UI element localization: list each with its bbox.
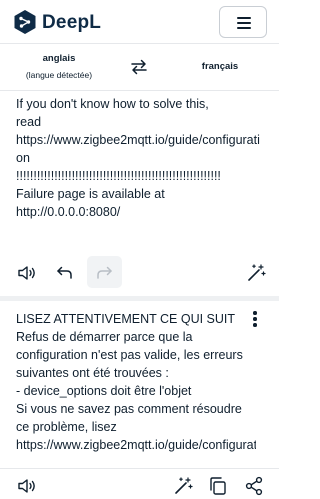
source-text-area[interactable]: If you don't know how to solve this, rea… [16, 95, 266, 221]
share-icon[interactable] [243, 475, 265, 497]
hamburger-icon [237, 17, 251, 19]
brand-name: DeepL [42, 12, 102, 33]
swap-arrows-icon[interactable] [129, 57, 149, 77]
source-language-selector[interactable]: anglais (langue détectée) [0, 53, 118, 80]
target-language-selector[interactable]: français [180, 61, 260, 72]
translation-speaker-icon[interactable] [16, 475, 38, 497]
translation-toolbar [0, 468, 279, 499]
section-divider [0, 296, 279, 301]
app-header: DeepL [0, 0, 279, 44]
translation-magic-wand-icon[interactable] [172, 475, 194, 497]
source-language-name: anglais [42, 53, 76, 64]
magic-wand-icon[interactable] [245, 262, 267, 284]
more-vertical-icon[interactable] [250, 310, 260, 328]
undo-icon[interactable] [53, 262, 75, 284]
speaker-icon[interactable] [16, 262, 38, 284]
redo-icon[interactable] [94, 262, 116, 284]
copy-icon[interactable] [207, 475, 229, 497]
menu-button[interactable] [219, 6, 267, 38]
translation-text-area: LISEZ ATTENTIVEMENT CE QUI SUIT Refus de… [16, 312, 256, 452]
deepl-logo-icon[interactable] [14, 10, 36, 34]
source-language-detected: (langue détectée) [25, 70, 93, 80]
